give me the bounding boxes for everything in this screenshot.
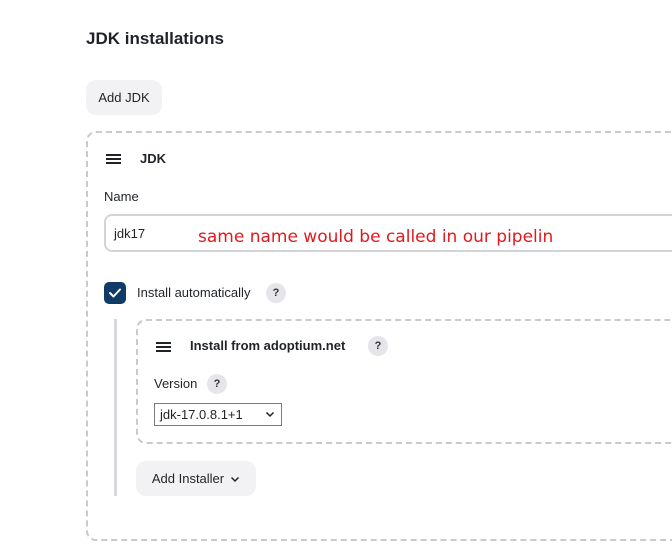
installer-heading: Install from adoptium.net xyxy=(190,338,346,353)
install-automatically-label: Install automatically xyxy=(137,285,251,300)
name-label: Name xyxy=(104,189,139,204)
drag-handle-icon[interactable] xyxy=(106,154,121,164)
add-installer-button[interactable]: Add Installer xyxy=(136,461,256,496)
help-icon[interactable]: ? xyxy=(266,283,286,303)
drag-handle-icon[interactable] xyxy=(156,342,171,352)
annotation-text: same name would be called in our pipelin… xyxy=(198,227,552,247)
version-select-value: jdk-17.0.8.1+1 xyxy=(160,407,243,422)
chevron-down-icon xyxy=(231,476,240,482)
chevron-down-icon xyxy=(265,411,275,418)
add-jdk-button[interactable]: Add JDK xyxy=(86,80,162,115)
installer-guide-line xyxy=(114,319,117,496)
name-input-value: jdk17 xyxy=(114,225,146,241)
jdk-heading: JDK xyxy=(140,151,167,166)
version-label: Version xyxy=(154,376,198,391)
install-automatically-checkbox[interactable] xyxy=(104,282,126,304)
checkmark-icon xyxy=(109,288,121,298)
version-select[interactable]: jdk-17.0.8.1+1 xyxy=(154,403,282,426)
section-title: JDK installations xyxy=(86,29,224,48)
help-icon[interactable]: ? xyxy=(207,374,227,394)
add-installer-label: Add Installer xyxy=(151,471,225,486)
help-icon[interactable]: ? xyxy=(368,336,388,356)
